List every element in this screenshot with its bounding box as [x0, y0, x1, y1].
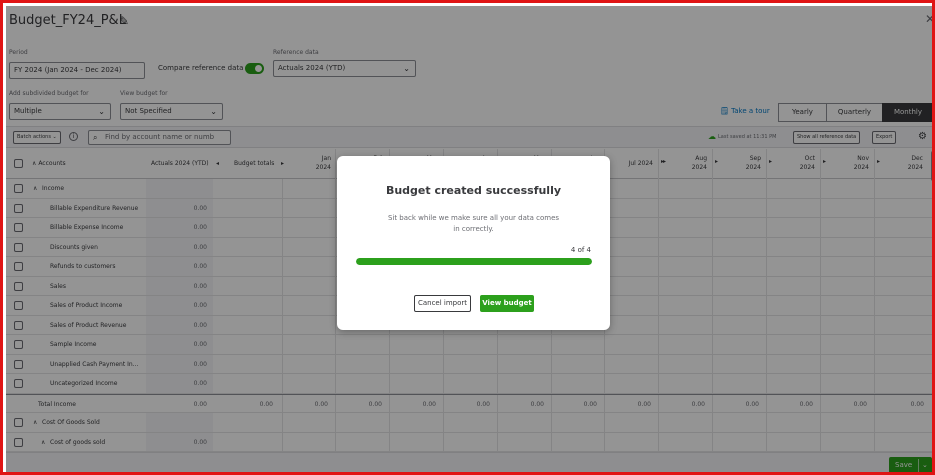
- progress-count: 4 of 4: [570, 246, 591, 254]
- cancel-import-button[interactable]: Cancel import: [414, 295, 471, 312]
- budget-page: Budget_FY24_P&L ✎ ✕ Period FY 2024 (Jan …: [6, 6, 932, 472]
- view-budget-button[interactable]: View budget: [480, 295, 534, 312]
- dialog-subtitle: Sit back while we make sure all your dat…: [387, 214, 560, 233]
- progress-bar: [356, 258, 592, 265]
- progress-fill: [356, 258, 592, 265]
- screenshot-frame: Budget_FY24_P&L ✎ ✕ Period FY 2024 (Jan …: [0, 0, 935, 475]
- dialog-title: Budget created successfully: [385, 184, 562, 197]
- success-dialog: Budget created successfully Sit back whi…: [337, 156, 610, 330]
